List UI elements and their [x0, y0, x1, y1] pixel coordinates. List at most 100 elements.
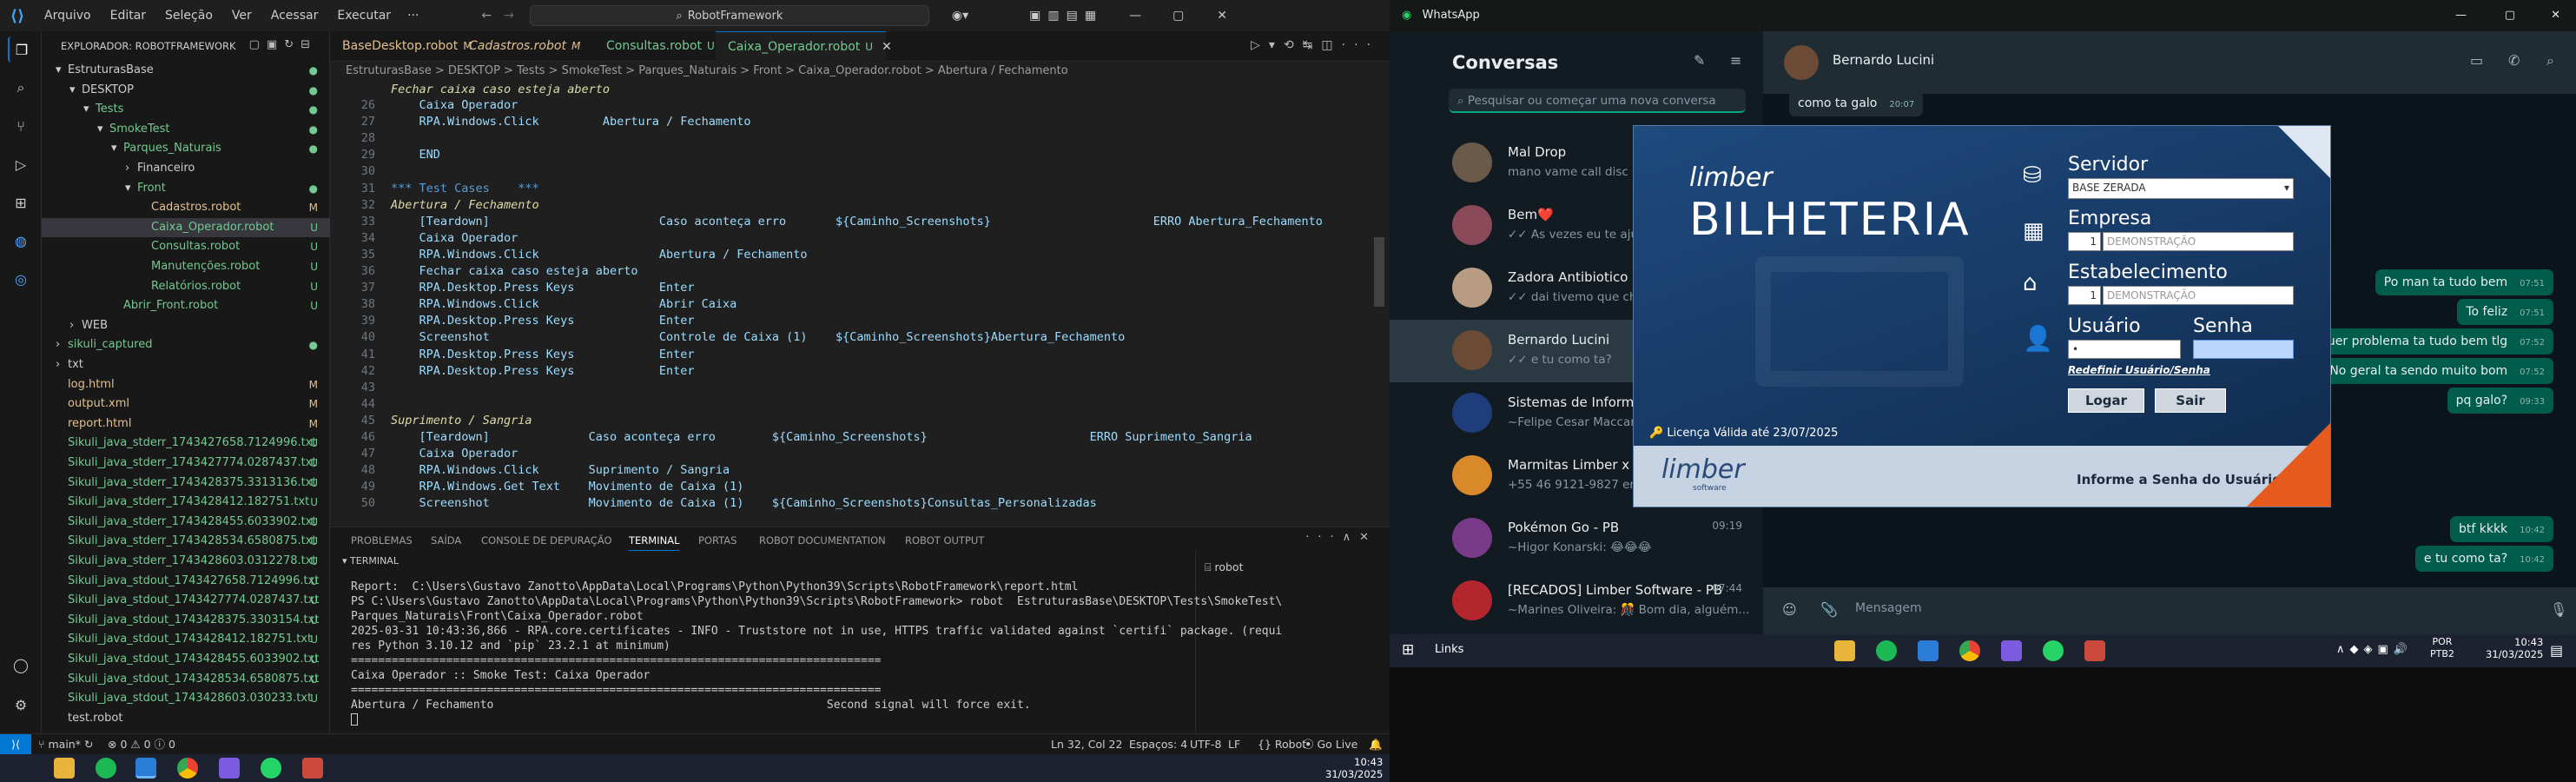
notifications-icon[interactable]: 🔔 [1369, 734, 1383, 755]
source-control-icon[interactable]: ⑂ [8, 113, 34, 139]
whatsapp-taskbar-icon[interactable] [261, 758, 281, 779]
tree-item[interactable]: ▾ Tests ● [42, 100, 330, 119]
minimize-button[interactable]: — [1129, 9, 1141, 23]
new-chat-icon[interactable]: ✎ [1694, 52, 1705, 69]
tree-item[interactable]: Manutenções.robot U [42, 257, 330, 276]
menu-ver[interactable]: Ver [222, 9, 261, 23]
tree-item[interactable]: Abrir_Front.robot U [42, 296, 330, 315]
microphone-icon[interactable]: 🎙 [2550, 601, 2567, 618]
tree-item[interactable]: Sikuli_java_stdout_1743428375.3303154.tx… [42, 611, 330, 630]
indentation-status[interactable]: Espaços: 4 [1129, 734, 1187, 755]
tree-item[interactable]: Sikuli_java_stderr_1743428375.3313136.tx… [42, 474, 330, 493]
menu-selecao[interactable]: Seleção [155, 9, 222, 23]
tree-item[interactable]: Sikuli_java_stdout_1743427774.0287437.tx… [42, 591, 330, 610]
tree-item[interactable]: Caixa_Operador.robot U [42, 217, 330, 237]
start-button[interactable]: ⊞ [1402, 641, 1414, 659]
terminal-session-robot[interactable]: robot [1214, 560, 1243, 573]
nav-back-icon[interactable]: ← [481, 9, 492, 23]
tree-item[interactable]: ▾ EstruturasBase ● [42, 61, 330, 80]
cursor-position[interactable]: Ln 32, Col 22 [1051, 734, 1122, 755]
tree-item[interactable]: Relatórios.robot U [42, 277, 330, 296]
sair-button[interactable]: Sair [2155, 388, 2226, 413]
tree-item[interactable]: report.html M [42, 414, 330, 434]
terminal-cursor[interactable] [351, 713, 358, 726]
panel-tab[interactable]: PORTAS [698, 534, 736, 547]
links-toolbar[interactable]: Links [1435, 643, 1463, 656]
tree-item[interactable]: Sikuli_java_stderr_1743427658.7124996.tx… [42, 434, 330, 453]
bilheteria-icon[interactable] [2084, 640, 2105, 661]
breadcrumb[interactable]: EstruturasBase > DESKTOP > Tests > Smoke… [330, 62, 1390, 81]
run-debug-icon[interactable]: ▷ [8, 151, 34, 177]
system-clock[interactable]: 10:43 31/03/2025 [2486, 636, 2543, 660]
menu-acessar[interactable]: Acessar [261, 9, 328, 23]
tree-item[interactable]: ▾ SmokeTest ● [42, 120, 330, 139]
game-app-taskbar-icon[interactable] [219, 758, 240, 779]
video-call-icon[interactable]: ▭ [2470, 52, 2483, 69]
remote-status-icon[interactable]: ⟩⟨ [0, 734, 31, 755]
tree-item[interactable]: ▾ DESKTOP ● [42, 81, 330, 100]
manage-gear-icon[interactable]: ⚙ [8, 692, 34, 718]
conversation-search-icon[interactable]: ⌕ [2546, 52, 2554, 70]
account-icon[interactable]: ◯ [8, 652, 34, 678]
chat-list-item[interactable]: Pokémon Go - PB ~Higor Konarski: 😂😂😂 09:19 [1390, 507, 1763, 570]
tree-item[interactable]: Consultas.robot U [42, 237, 330, 256]
wa-close-button[interactable]: ✕ [2551, 0, 2560, 31]
chat-search-input[interactable]: ⌕ Pesquisar ou começar uma nova conversa [1449, 89, 1746, 113]
estabelecimento-code-field[interactable]: 1 [2068, 286, 2101, 305]
chat-list-item[interactable]: [RECADOS] Limber Software - PB ~Marines O… [1390, 570, 1763, 633]
tab-close-icon[interactable]: ✕ [882, 40, 892, 54]
vscode-taskbar-icon[interactable] [135, 758, 156, 779]
chrome-icon[interactable] [1959, 640, 1980, 661]
tree-item[interactable]: Sikuli_java_stdout_1743428455.6033902.tx… [42, 650, 330, 669]
tree-item[interactable]: › Financeiro [42, 159, 330, 178]
filter-icon[interactable]: ≡ [1730, 52, 1741, 69]
language-status[interactable]: {} Robot [1258, 734, 1306, 755]
tray-icons[interactable]: ∧◆◈▣🔊 [2336, 643, 2413, 656]
editor-tab[interactable]: Caixa_Operador.robot U ✕ [716, 31, 892, 62]
senha-field[interactable] [2193, 340, 2294, 359]
explorer-actions[interactable]: ▢▣↻⊟ [249, 38, 317, 51]
servidor-select[interactable]: BASE ZERADA ▾ [2068, 178, 2294, 199]
voice-call-icon[interactable]: ✆ [2508, 52, 2520, 69]
wa-minimize-button[interactable]: — [2455, 0, 2467, 31]
editor-tab[interactable]: Consultas.robot U [594, 31, 716, 62]
file-explorer-taskbar-icon[interactable] [54, 758, 75, 779]
golive-status[interactable]: ⦿ Go Live [1303, 734, 1357, 755]
tree-item[interactable]: › sikuli_captured ● [42, 335, 330, 355]
chrome-taskbar-icon[interactable] [177, 758, 198, 779]
taskbar-clock[interactable]: 10:43 31/03/2025 [1325, 756, 1383, 780]
editor-tab[interactable]: BaseDesktop.robot M [330, 31, 472, 62]
copilot-icon[interactable]: ◉▾ [952, 9, 968, 23]
redefinir-link[interactable]: Redefinir Usuário/Senha [2068, 364, 2210, 376]
panel-tab[interactable]: ROBOT DOCUMENTATION [759, 534, 886, 547]
tree-item[interactable]: ▾ Parques_Naturais ● [42, 139, 330, 158]
tree-item[interactable]: Sikuli_java_stdout_1743428412.182751.txt… [42, 630, 330, 649]
tree-item[interactable]: Sikuli_java_stderr_1743428603.0312278.tx… [42, 552, 330, 571]
file-explorer-icon[interactable] [1834, 640, 1855, 661]
contact-avatar[interactable] [1784, 45, 1819, 80]
tree-item[interactable]: Sikuli_java_stderr_1743427774.0287437.tx… [42, 454, 330, 473]
more-menu-icon[interactable]: ··· [400, 9, 426, 23]
game-app-icon[interactable] [2001, 640, 2022, 661]
tree-item[interactable]: Sikuli_java_stderr_1743428412.182751.txt… [42, 493, 330, 512]
tree-item[interactable]: Cadastros.robot M [42, 198, 330, 217]
panel-tab[interactable]: ROBOT OUTPUT [905, 534, 984, 547]
logar-button[interactable]: Logar [2068, 388, 2144, 413]
tree-item[interactable]: Sikuli_java_stdout_1743427658.7124996.tx… [42, 572, 330, 591]
layout-icons[interactable]: ▣▥▤▦ [1029, 9, 1103, 23]
menu-arquivo[interactable]: Arquivo [35, 9, 101, 23]
panel-tab[interactable]: SAÍDA [431, 534, 461, 547]
menu-editar[interactable]: Editar [101, 9, 155, 23]
menu-executar[interactable]: Executar [327, 9, 400, 23]
command-center-search[interactable]: ⌕ RobotFramework [529, 5, 929, 26]
eol-status[interactable]: LF [1228, 734, 1240, 755]
tree-item[interactable]: › txt [42, 355, 330, 374]
notification-center-icon[interactable]: ▤ [2550, 642, 2563, 659]
tree-item[interactable]: ▾ Front ● [42, 179, 330, 198]
remote-icon[interactable]: ◎ [8, 266, 34, 292]
tree-item[interactable]: › WEB [42, 316, 330, 335]
editor-actions[interactable]: ▷▾⟲↹◫··· [1251, 38, 1379, 52]
panel-tab[interactable]: CONSOLE DE DEPURAÇÃO [481, 534, 612, 547]
tree-item[interactable]: Sikuli_java_stdout_1743428534.6580875.tx… [42, 670, 330, 689]
contact-name[interactable]: Bernardo Lucini [1833, 52, 1934, 68]
